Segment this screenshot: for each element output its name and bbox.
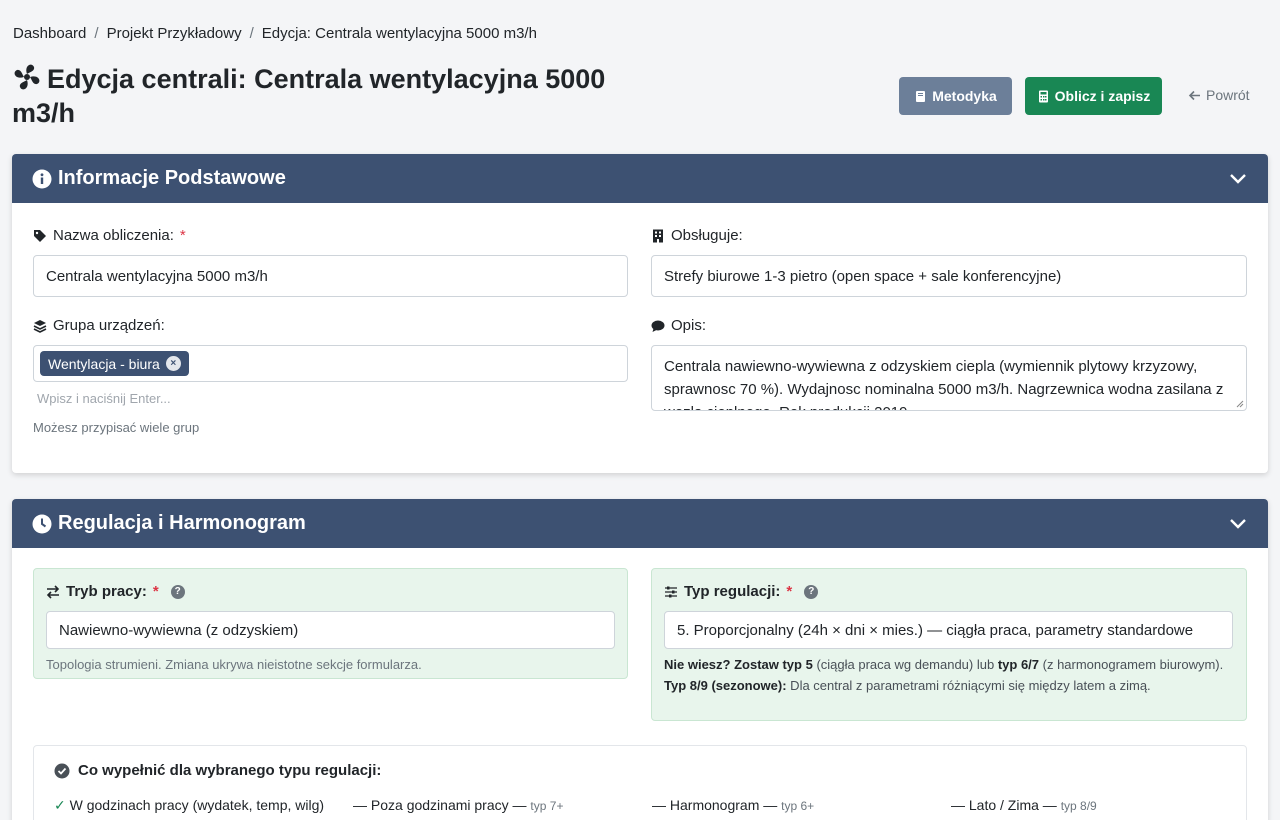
fill-item-summer-winter: — Lato / Zima — typ 8/9: [951, 797, 1097, 813]
regulation-title: Regulacja i Harmonogram: [58, 512, 306, 534]
fill-item-schedule: — Harmonogram — typ 6+: [652, 797, 814, 813]
regulation-card: Regulacja i Harmonogram Tryb pracy: * ? …: [12, 499, 1268, 820]
name-input[interactable]: Centrala wentylacyjna 5000 m3/h: [33, 255, 628, 297]
group-tag: Wentylacja - biura ×: [40, 351, 189, 376]
fill-item-type: typ 8/9: [1060, 799, 1097, 813]
mode-hint: Topologia strumieni. Zmiana ukrywa nieis…: [46, 657, 422, 672]
required-mark: *: [786, 583, 793, 600]
breadcrumb: Dashboard / Projekt Przykładowy / Edycja…: [13, 25, 537, 42]
desc-label: Opis:: [651, 317, 706, 334]
calculate-save-button-label: Oblicz i zapisz: [1054, 88, 1151, 104]
remove-tag-icon[interactable]: ×: [165, 356, 181, 371]
dash-mark: —: [353, 797, 367, 813]
fill-item-type: typ 6+: [781, 799, 815, 813]
hint-bold-3: Typ 8/9 (sezonowe):: [664, 678, 787, 693]
group-label: Grupa urządzeń:: [33, 317, 165, 334]
chevron-down-icon[interactable]: [1228, 513, 1248, 533]
building-icon: [653, 229, 663, 242]
exchange-icon: [46, 584, 60, 599]
mode-box: Tryb pracy: * ? Nawiewno-wywiewna (z odz…: [33, 568, 628, 679]
dash-mark: —: [652, 797, 666, 813]
basic-info-card: Informacje Podstawowe Nazwa obliczenia: …: [12, 154, 1268, 473]
fill-item-label: Poza godzinami pracy —: [370, 797, 527, 813]
basic-info-title: Informacje Podstawowe: [58, 167, 286, 189]
group-input-placeholder[interactable]: Wpisz i naciśnij Enter...: [37, 391, 171, 406]
check-mark-icon: ✓: [54, 797, 66, 813]
basic-info-header[interactable]: Informacje Podstawowe: [12, 154, 1268, 203]
comment-icon: [651, 320, 665, 332]
name-label: Nazwa obliczenia: *: [33, 227, 186, 244]
chevron-down-icon[interactable]: [1228, 168, 1248, 188]
breadcrumb-dashboard[interactable]: Dashboard: [13, 25, 86, 42]
required-mark: *: [179, 227, 186, 244]
clock-icon: [32, 514, 52, 533]
desc-textarea-text: Centrala nawiewno-wywiewna z odzyskiem c…: [664, 358, 1224, 410]
tag-icon: [34, 229, 46, 242]
fill-guide-box: Co wypełnić dla wybranego typu regulacji…: [33, 745, 1247, 820]
hint-text-1: (ciągła praca wg demandu) lub: [812, 657, 998, 672]
fan-icon: [14, 64, 40, 90]
methodology-button[interactable]: Metodyka: [899, 77, 1012, 115]
page-title-text: Edycja centrali: Centrala wentylacyjna 5…: [12, 64, 606, 128]
group-tag-label: Wentylacja - biura: [48, 355, 160, 372]
arrow-left-icon: [1188, 90, 1200, 100]
group-tags-input[interactable]: Wentylacja - biura ×: [33, 345, 628, 382]
fill-item-label: Harmonogram —: [669, 797, 778, 813]
hint-bold-2: typ 6/7: [997, 657, 1040, 672]
mode-label-text: Tryb pracy:: [66, 583, 147, 600]
fill-guide-title: Co wypełnić dla wybranego typu regulacji…: [54, 762, 381, 779]
breadcrumb-separator: /: [94, 25, 99, 42]
fill-item-label: Lato / Zima —: [968, 797, 1057, 813]
hint-text-3: Dla central z parametrami różniącymi się…: [786, 678, 1151, 693]
fill-item-off-hours: — Poza godzinami pracy — typ 7+: [353, 797, 563, 813]
regulation-type-label-text: Typ regulacji:: [684, 583, 781, 600]
regulation-type-label: Typ regulacji: * ?: [664, 583, 819, 600]
fill-item-working-hours: ✓ W godzinach pracy (wydatek, temp, wilg…: [54, 797, 324, 814]
name-label-text: Nazwa obliczenia:: [53, 227, 174, 244]
serves-input[interactable]: Strefy biurowe 1-3 pietro (open space + …: [651, 255, 1247, 297]
layers-icon: [33, 319, 47, 333]
dash-mark: —: [951, 797, 965, 813]
page-title: Edycja centrali: Centrala wentylacyjna 5…: [12, 62, 612, 130]
calculator-icon: [1038, 90, 1048, 102]
back-link-label: Powrót: [1206, 87, 1250, 103]
back-link[interactable]: Powrót: [1188, 87, 1250, 103]
check-circle-icon: [54, 763, 70, 778]
methodology-button-label: Metodyka: [932, 88, 997, 104]
hint-text-2: (z harmonogramem biurowym).: [1039, 657, 1224, 672]
sliders-icon: [665, 586, 677, 597]
breadcrumb-current: Edycja: Centrala wentylacyjna 5000 m3/h: [261, 25, 537, 42]
group-label-text: Grupa urządzeń:: [53, 317, 165, 334]
desc-textarea[interactable]: Centrala nawiewno-wywiewna z odzyskiem c…: [651, 345, 1247, 411]
serves-label: Obsługuje:: [651, 227, 743, 244]
fill-guide-title-text: Co wypełnić dla wybranego typu regulacji…: [78, 762, 382, 779]
serves-label-text: Obsługuje:: [671, 227, 743, 244]
group-hint: Możesz przypisać wiele grup: [33, 420, 200, 435]
help-icon[interactable]: ?: [170, 584, 185, 599]
calculate-save-button[interactable]: Oblicz i zapisz: [1025, 77, 1162, 115]
mode-select[interactable]: Nawiewno-wywiewna (z odzyskiem): [46, 611, 615, 649]
fill-item-type: typ 7+: [530, 799, 564, 813]
hint-bold-1: Nie wiesz? Zostaw typ 5: [664, 657, 813, 672]
resize-handle-icon[interactable]: [1236, 400, 1244, 408]
desc-label-text: Opis:: [671, 317, 707, 334]
required-mark: *: [152, 583, 159, 600]
breadcrumb-separator: /: [249, 25, 254, 42]
fill-item-label: W godzinach pracy (wydatek, temp, wilg): [69, 797, 325, 813]
regulation-type-select[interactable]: 5. Proporcjonalny (24h × dni × mies.) — …: [664, 611, 1233, 649]
help-icon[interactable]: ?: [804, 584, 819, 599]
mode-label: Tryb pracy: * ?: [46, 583, 185, 600]
regulation-type-box: Typ regulacji: * ? 5. Proporcjonalny (24…: [651, 568, 1247, 721]
regulation-header[interactable]: Regulacja i Harmonogram: [12, 499, 1268, 548]
regulation-type-hint: Nie wiesz? Zostaw typ 5 (ciągła praca wg…: [664, 654, 1229, 696]
breadcrumb-project[interactable]: Projekt Przykładowy: [107, 25, 242, 42]
info-circle-icon: [32, 169, 52, 188]
book-icon: [916, 90, 926, 102]
